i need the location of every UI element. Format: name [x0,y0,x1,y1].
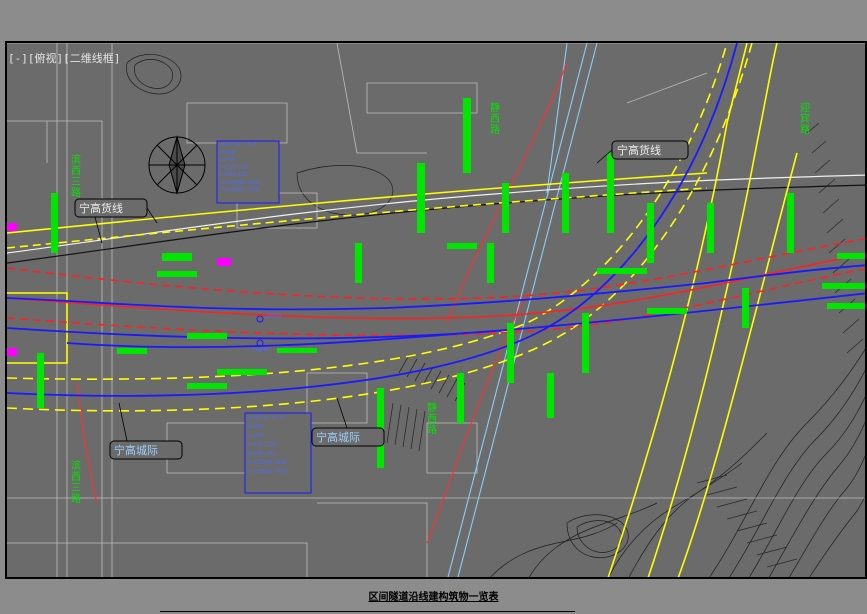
ninggao-freight-label-2: 宁高货线 [617,144,661,157]
ninggao-intercity-label-1: 宁高城际 [114,444,158,457]
tunnel-left-line [7,43,865,397]
road-label-east: 迎宾路 [800,103,810,136]
curve-table-lower-row: Ls=60 [248,433,264,439]
compass-rose [148,135,206,195]
ninggao-freight-label-1: 宁高货线 [79,202,123,215]
station-mark-yh: YH08 [252,347,268,354]
building-labels [37,98,865,468]
curve-table-upper: a=83°11′ 6.8″ R=600 Ls=60 T=127.210 L=24… [220,142,278,195]
curve-table-upper-row: L=249.191 [220,172,248,178]
curve-table-lower-row: X=125568.8130 [248,460,288,466]
curve-table-lower-row: L=249.191 [248,451,276,457]
road-label-south-2: 静西路 [427,403,437,436]
callout-leaders [94,149,613,442]
curve-table-lower-title: a=16°31′47.0″ [248,415,288,421]
alignment-drawing [7,43,865,577]
curve-table-lower-row: Y=125060.7700 [248,469,288,475]
curve-table-upper-row: Ls=60 [220,157,236,163]
curve-table-lower: a=16°31′47.0″ R=600 Ls=60 T=127.210 L=24… [248,414,310,477]
curve-table-upper-row: X=125568.8130 [220,179,260,186]
road-label-west-1: 滨西三路 [71,155,81,199]
curve-table-upper-row: Y=125060.7700 [220,187,260,193]
station-mark-zy: ZY04 [266,313,282,320]
cad-model-viewport[interactable]: 宁高货线 宁高货线 宁高城际 宁高城际 滨西三路 滨西三路 静西路 静西路 迎宾… [5,41,867,579]
drawing-title: 区间隧道沿线建构筑物一览表 [368,592,499,603]
curve-table-lower-row: R=600 [248,424,264,430]
station-marks [256,315,264,347]
tunnel-right-line [7,237,865,337]
curve-table-upper-row: T=127.210 [220,164,248,171]
railway-lines [7,174,865,264]
base-map-lines [7,43,865,577]
title-underline [160,611,575,612]
road-label-south-1: 静西路 [490,103,500,136]
ninggao-intercity-label-2: 宁高城际 [316,431,360,444]
viewport-view-label[interactable]: [-][俯视][二维线框] [8,50,120,66]
road-label-west-2: 滨西三路 [71,461,81,505]
curve-table-upper-title: a=83°11′ 6.8″ [220,142,260,148]
curve-table-upper-row: R=600 [220,149,236,156]
curve-table-lower-row: T=127.210 [248,442,276,448]
